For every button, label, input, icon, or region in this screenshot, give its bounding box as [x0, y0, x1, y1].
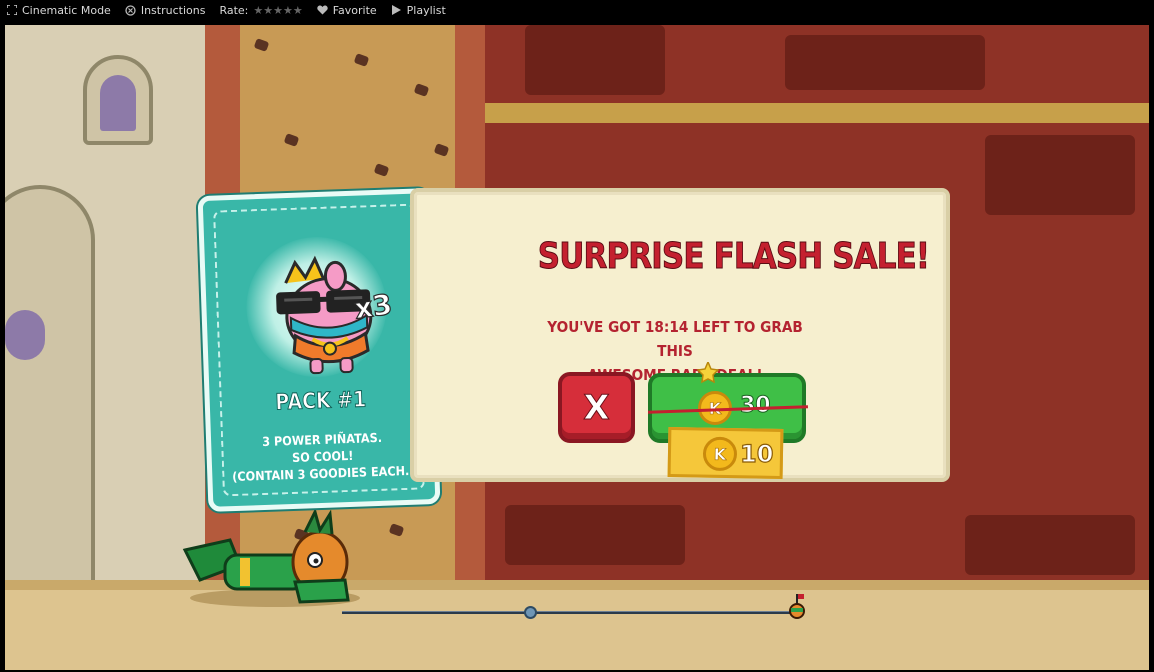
sale-title: SURPRISE FLASH SALE! [537, 236, 930, 278]
rate-control[interactable]: Rate: ★★★★★ [219, 4, 302, 17]
fullscreen-icon [6, 5, 17, 16]
heart-icon [317, 5, 328, 16]
sale-price: 10 [739, 439, 774, 468]
instructions-button[interactable]: Instructions [125, 3, 206, 17]
playlist-button[interactable]: Playlist [391, 4, 446, 17]
left-building-wall [5, 25, 210, 585]
level-progress-marker[interactable] [524, 606, 538, 619]
top-toolbar: Cinematic Mode Instructions Rate: ★★★★★ … [0, 0, 1154, 20]
finish-marker-icon [789, 594, 805, 620]
cinematic-mode-label: Cinematic Mode [22, 3, 111, 17]
sparkle-icon [696, 362, 720, 384]
level-progress-track [342, 611, 802, 614]
favorite-button[interactable]: Favorite [317, 4, 377, 17]
play-icon [391, 5, 402, 16]
original-price: 30 [740, 393, 772, 419]
close-icon: X [583, 387, 610, 428]
rate-label: Rate: [219, 3, 249, 17]
pinata-pack-card: x3 PACK #1 3 POWER PIÑATAS. SO COOL! (CO… [197, 188, 441, 512]
sale-subtitle-line1: YOU'VE GOT 18:14 LEFT TO GRAB THIS [547, 318, 803, 360]
ground [5, 580, 1149, 670]
help-icon [125, 4, 136, 16]
coin-icon: K [702, 436, 738, 472]
playlist-label: Playlist [406, 3, 446, 17]
instructions-label: Instructions [140, 3, 206, 17]
luchador-character [180, 507, 370, 610]
favorite-label: Favorite [332, 3, 377, 17]
rating-stars[interactable]: ★★★★★ [253, 4, 302, 17]
pack-multiplier: x3 [352, 287, 395, 326]
cinematic-mode-button[interactable]: Cinematic Mode [6, 4, 111, 17]
decline-offer-button[interactable]: X [558, 372, 635, 443]
pack-description: 3 POWER PIÑATAS. SO COOL! (CONTAIN 3 GOO… [222, 427, 423, 485]
